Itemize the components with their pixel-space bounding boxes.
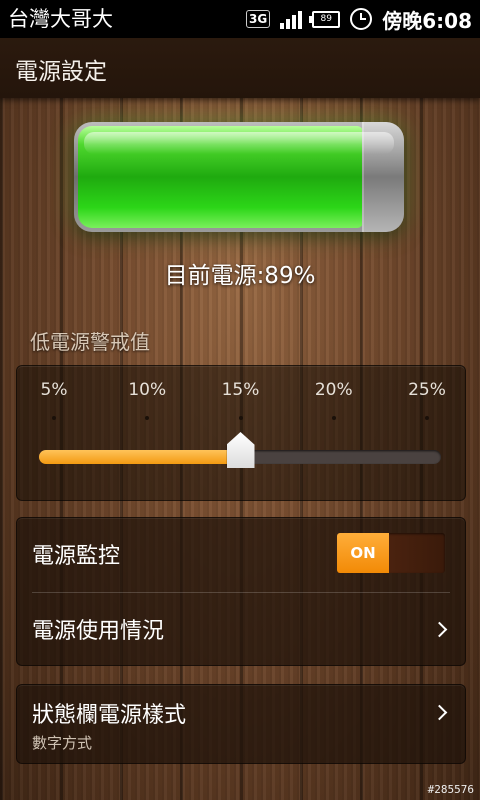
carrier-name: 台灣大哥大	[8, 7, 113, 31]
slider-tick-dot	[331, 416, 336, 420]
power-monitor-label: 電源監控	[32, 544, 121, 569]
slider-tick-label: 10%	[128, 380, 167, 400]
power-monitor-toggle[interactable]: ON	[337, 533, 445, 573]
low-battery-slider-panel: 5% 10% 15% 20% 25%	[16, 365, 466, 501]
chevron-right-icon	[431, 704, 448, 721]
status-bar: 台灣大哥大 3G 89 傍晚6:08	[0, 0, 480, 38]
signal-strength-icon	[280, 9, 303, 29]
title-bar: 電源設定	[0, 38, 480, 98]
slider-tick-label: 5%	[40, 380, 68, 400]
battery-shine	[84, 132, 394, 154]
power-monitor-row[interactable]: 電源監控 ON	[17, 518, 465, 592]
slider-tick-dot	[238, 416, 243, 420]
slider-track-fill	[39, 450, 241, 464]
statusbar-style-label: 狀態欄電源樣式	[32, 703, 187, 728]
slider-tick-dot	[425, 416, 429, 420]
low-battery-threshold-label: 低電源警戒值	[30, 330, 150, 354]
power-usage-label: 電源使用情況	[32, 619, 165, 644]
current-battery-text: 目前電源:89%	[164, 263, 316, 289]
toggle-on-label: ON	[337, 533, 389, 573]
page-title: 電源設定	[15, 59, 107, 85]
clock-time: 傍晚6:08	[382, 8, 472, 33]
chevron-right-icon	[431, 621, 448, 638]
alarm-clock-icon	[350, 8, 373, 30]
slider-thumb[interactable]	[226, 432, 255, 468]
statusbar-style-value: 數字方式	[32, 734, 93, 752]
network-3g-icon: 3G	[246, 10, 271, 28]
slider-tick-label: 25%	[408, 380, 446, 400]
watermark-id: #285576	[427, 783, 474, 796]
statusbar-style-panel: 狀態欄電源樣式 數字方式	[16, 684, 466, 764]
power-usage-row[interactable]: 電源使用情況	[17, 593, 465, 665]
status-icons: 3G 89 傍晚6:08	[246, 4, 472, 34]
slider-tick-label: 20%	[314, 380, 353, 400]
slider-tick-dot	[145, 416, 150, 420]
slider-tick-dot	[52, 416, 56, 420]
battery-status-icon: 89	[309, 10, 341, 28]
battery-level-graphic	[74, 122, 404, 232]
statusbar-style-row[interactable]: 狀態欄電源樣式 數字方式	[17, 685, 465, 763]
slider-tick-label: 15%	[221, 380, 260, 400]
settings-panel: 電源監控 ON 電源使用情況	[16, 517, 466, 666]
